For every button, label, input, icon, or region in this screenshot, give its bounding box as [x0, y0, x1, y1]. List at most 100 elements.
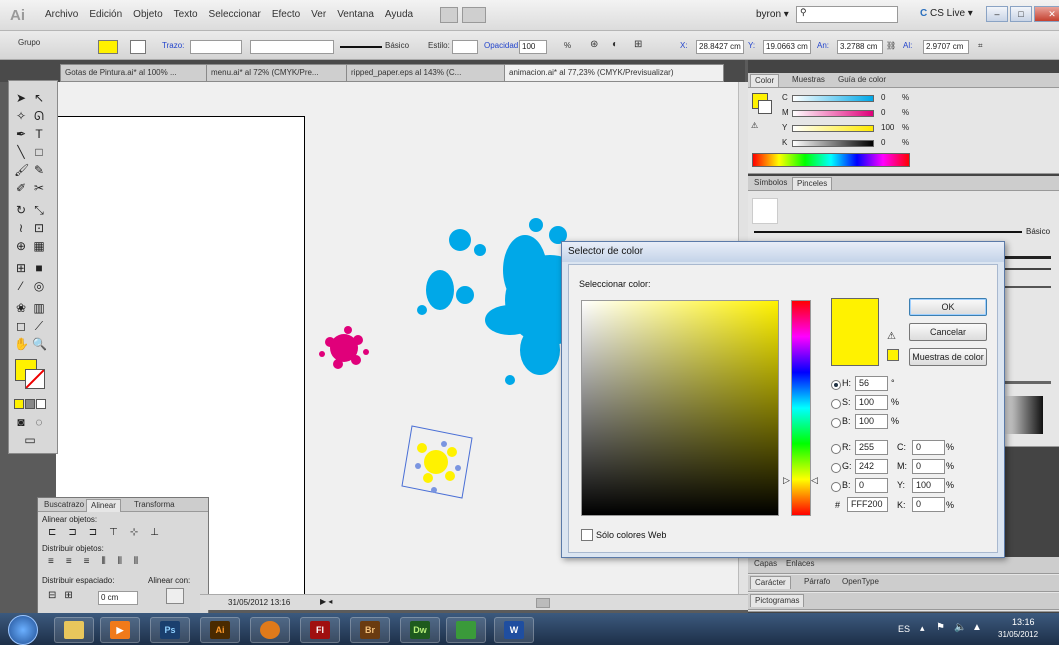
screen-mode-icon[interactable]: ▭ [23, 433, 37, 447]
menu-efecto[interactable]: Efecto [272, 9, 300, 20]
hue-slider-right-arrow[interactable]: ◁ [811, 475, 818, 486]
cs-live-menu[interactable]: C CS Live ▾ [920, 8, 973, 19]
zoom-tool-icon[interactable]: 🔍 [32, 337, 47, 351]
tab-symbols[interactable]: Símbolos [750, 177, 791, 189]
spacing-field[interactable]: 0 cm [98, 591, 138, 605]
brush-stroke-2[interactable] [1001, 256, 1051, 259]
brush-stroke-3[interactable] [1001, 268, 1051, 270]
user-menu[interactable]: byron ▾ [756, 9, 789, 20]
taskbar-media-player[interactable]: ▶ [100, 617, 140, 643]
clock-time[interactable]: 13:16 [1012, 617, 1035, 627]
gradient-tool-icon[interactable]: ■ [32, 261, 46, 275]
hue-slider[interactable] [791, 300, 811, 516]
tab-opentype[interactable]: OpenType [838, 576, 883, 588]
taskbar-illustrator[interactable]: Ai [200, 617, 240, 643]
tab-menu[interactable]: menu.ai* al 72% (CMYK/Pre... [206, 64, 350, 82]
s-field[interactable]: 100 [855, 395, 888, 410]
constrain-icon[interactable]: ⛓ [886, 41, 896, 50]
selection-tool-icon[interactable]: ➤ [14, 91, 28, 105]
x-field[interactable]: 28.8427 cm [696, 40, 744, 54]
tab-layers[interactable]: Capas [750, 558, 781, 570]
line-tool-icon[interactable]: ╲ [14, 145, 28, 159]
rectangle-tool-icon[interactable]: □ [32, 145, 46, 159]
yellow-slider[interactable] [792, 125, 874, 132]
horizontal-scroll-thumb[interactable] [536, 598, 550, 608]
menu-edicion[interactable]: Edición [89, 9, 122, 20]
lasso-tool-icon[interactable]: ᘏ [32, 109, 46, 123]
eyedropper-tool-icon[interactable]: ⁄ [14, 279, 28, 293]
paintbrush-tool-icon[interactable]: 🖌 [14, 163, 29, 177]
s-radio[interactable] [831, 399, 841, 409]
out-of-gamut-icon[interactable]: ⚠ [751, 121, 758, 130]
bridge-icon[interactable] [440, 7, 458, 23]
magenta-slider[interactable] [792, 110, 874, 117]
b-radio[interactable] [831, 418, 841, 428]
taskbar-firefox[interactable] [250, 617, 290, 643]
warp-tool-icon[interactable]: ≀ [14, 221, 28, 235]
tab-pathfinder[interactable]: Buscatrazo [40, 499, 88, 511]
none-mode-icon[interactable] [36, 399, 46, 409]
menu-texto[interactable]: Texto [174, 9, 198, 20]
menu-archivo[interactable]: Archivo [45, 9, 78, 20]
tab-character[interactable]: Carácter [750, 576, 791, 589]
hue-slider-left-arrow[interactable]: ▷ [783, 475, 790, 486]
yellow-value[interactable]: 100 [881, 123, 894, 132]
hand-tool-icon[interactable]: ✋ [14, 337, 29, 351]
color-swatches-button[interactable]: Muestras de color [909, 348, 987, 366]
menu-ayuda[interactable]: Ayuda [385, 9, 413, 20]
g-field[interactable]: 242 [855, 459, 888, 474]
pencil-tool-icon[interactable]: ✎ [32, 163, 46, 177]
draw-mode-icon[interactable]: ◙ [14, 415, 28, 429]
taskbar-messenger[interactable] [446, 617, 486, 643]
y-field[interactable]: 19.0663 cm [763, 40, 811, 54]
menu-seleccionar[interactable]: Seleccionar [209, 9, 261, 20]
y-field[interactable]: 100 [912, 478, 945, 493]
m-field[interactable]: 0 [912, 459, 945, 474]
distribute-spacing-buttons[interactable]: ⊟⊞ [48, 590, 81, 601]
height-field[interactable]: 2.9707 cm [923, 40, 969, 54]
taskbar-flash[interactable]: Fl [300, 617, 340, 643]
taskbar-photoshop[interactable]: Ps [150, 617, 190, 643]
taskbar-word[interactable]: W [494, 617, 534, 643]
tab-align[interactable]: Alinear [86, 499, 121, 512]
status-nav-arrows[interactable]: ▶ ◂ [320, 597, 332, 606]
scale-tool-icon[interactable]: ⤡ [32, 203, 46, 217]
out-of-gamut-warning-icon[interactable]: ⚠ [887, 331, 896, 342]
maximize-icon[interactable]: □ [1010, 6, 1032, 22]
h-radio[interactable] [831, 380, 841, 390]
k-field[interactable]: 0 [912, 497, 945, 512]
brush-stroke-basic[interactable] [754, 231, 1022, 233]
draw-behind-icon[interactable]: ◌ [32, 415, 46, 429]
color-spectrum-bar[interactable] [752, 153, 910, 167]
fill-swatch[interactable] [98, 40, 118, 54]
artboard-tool-icon[interactable]: ◻ [14, 319, 28, 333]
tab-color[interactable]: Color [750, 74, 780, 87]
stroke-weight-field[interactable] [190, 40, 242, 54]
stroke-label[interactable]: Trazo: [162, 41, 184, 50]
slice-tool-icon[interactable]: ⟋ [32, 319, 46, 333]
color-stroke-swatch[interactable] [758, 100, 772, 114]
tab-transform[interactable]: Transforma [130, 499, 179, 511]
b-field[interactable]: 100 [855, 414, 888, 429]
scissors-tool-icon[interactable]: ✂ [32, 181, 46, 195]
align-icon[interactable]: ⊞ [634, 39, 642, 50]
volume-icon[interactable]: 🔈 [954, 622, 966, 633]
close-icon[interactable]: ✕ [1034, 6, 1059, 22]
h-field[interactable]: 56 [855, 376, 888, 391]
color-field[interactable] [581, 300, 779, 516]
cyan-slider[interactable] [792, 95, 874, 102]
align-to-dropdown[interactable] [166, 588, 184, 604]
distribute-objects-buttons[interactable]: ≡≡≡⫴⫴⫴ [48, 556, 150, 567]
menu-objeto[interactable]: Objeto [133, 9, 162, 20]
recolor-icon[interactable]: ⊛ [590, 39, 598, 50]
symbol-sprayer-tool-icon[interactable]: ❀ [14, 301, 28, 315]
taskbar-explorer[interactable] [54, 617, 94, 643]
variable-width-field[interactable] [250, 40, 334, 54]
perspective-grid-tool-icon[interactable]: ▦ [32, 239, 46, 253]
isolate-icon[interactable]: ◐ [612, 39, 618, 50]
gamut-color-swatch[interactable] [887, 349, 899, 361]
menu-ver[interactable]: Ver [311, 9, 326, 20]
menu-ventana[interactable]: Ventana [337, 9, 374, 20]
yellow-splash-selected[interactable] [401, 425, 473, 499]
direct-selection-tool-icon[interactable]: ↖ [32, 91, 46, 105]
